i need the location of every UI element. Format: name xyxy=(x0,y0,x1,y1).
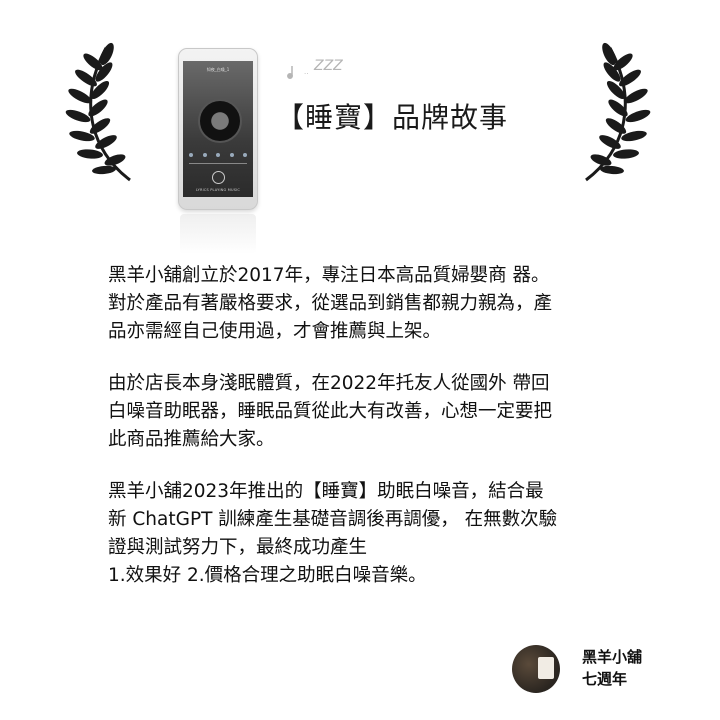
laurel-right-icon xyxy=(585,42,651,182)
laurel-left-icon xyxy=(65,42,131,182)
phone-reflection xyxy=(180,214,256,254)
text-line: 1.效果好 2.價格合理之助眠白噪音樂。 xyxy=(108,565,427,586)
phone-progress-row xyxy=(189,163,247,164)
shop-avatar xyxy=(512,645,560,693)
phone-control-row xyxy=(189,153,247,157)
text-line: 黑羊小舖2023年推出的【睡寶】助眠白噪音，結合最 xyxy=(108,481,544,502)
shop-anniversary: 七週年 xyxy=(582,670,628,688)
moon-note-zzz-icon: .. ZZZ xyxy=(270,54,343,84)
text-line: 品亦需經自己使用過，才會推薦與上架。 xyxy=(108,321,442,342)
text-line: 新 ChatGPT 訓練產生基礎音調後再調優， 在無數次驗 xyxy=(108,509,558,530)
text-line: 白噪音助眠器，睡眠品質從此大有改善，心想一定要把 xyxy=(108,401,553,422)
phone-song-title: 知夜_白噪_1 xyxy=(206,67,230,72)
text-line: 證與測試努力下，最終成功產生 xyxy=(108,537,368,558)
phone-mockup: 知夜_白噪_1 LYRICS PLAYING MUSIC xyxy=(178,48,258,210)
mug-image xyxy=(538,657,554,679)
story-body: 黑羊小舖創立於2017年，專注日本高品質婦嬰商 器。 對於產品有著嚴格要求，從選… xyxy=(108,262,628,614)
zzz-text: ZZZ xyxy=(313,58,343,74)
play-icon xyxy=(212,171,225,184)
phone-screen: 知夜_白噪_1 LYRICS PLAYING MUSIC xyxy=(183,61,253,197)
shop-name: 黑羊小舖 xyxy=(582,648,643,666)
story-paragraph-2: 由於店長本身淺眠體質，在2022年托友人從國外 帶回 白噪音助眠器，睡眠品質從此… xyxy=(108,370,628,454)
text-line: 由於店長本身淺眠體質，在2022年托友人從國外 帶回 xyxy=(108,373,550,394)
story-paragraph-3: 黑羊小舖2023年推出的【睡寶】助眠白噪音，結合最 新 ChatGPT 訓練產生… xyxy=(108,478,628,590)
svg-text:..: .. xyxy=(304,68,308,76)
text-line: 對於產品有著嚴格要求，從選品到銷售都親力親為，產 xyxy=(108,293,553,314)
vinyl-disc-icon xyxy=(198,99,242,143)
text-line: 此商品推薦給大家。 xyxy=(108,429,275,450)
shop-signature: 黑羊小舖 七週年 xyxy=(582,646,642,690)
phone-lyric-bar: LYRICS PLAYING MUSIC xyxy=(195,188,241,192)
story-paragraph-1: 黑羊小舖創立於2017年，專注日本高品質婦嬰商 器。 對於產品有著嚴格要求，從選… xyxy=(108,262,628,346)
page-title: 【睡寶】品牌故事 xyxy=(276,101,509,134)
text-line: 黑羊小舖創立於2017年，專注日本高品質婦嬰商 器。 xyxy=(108,265,550,286)
